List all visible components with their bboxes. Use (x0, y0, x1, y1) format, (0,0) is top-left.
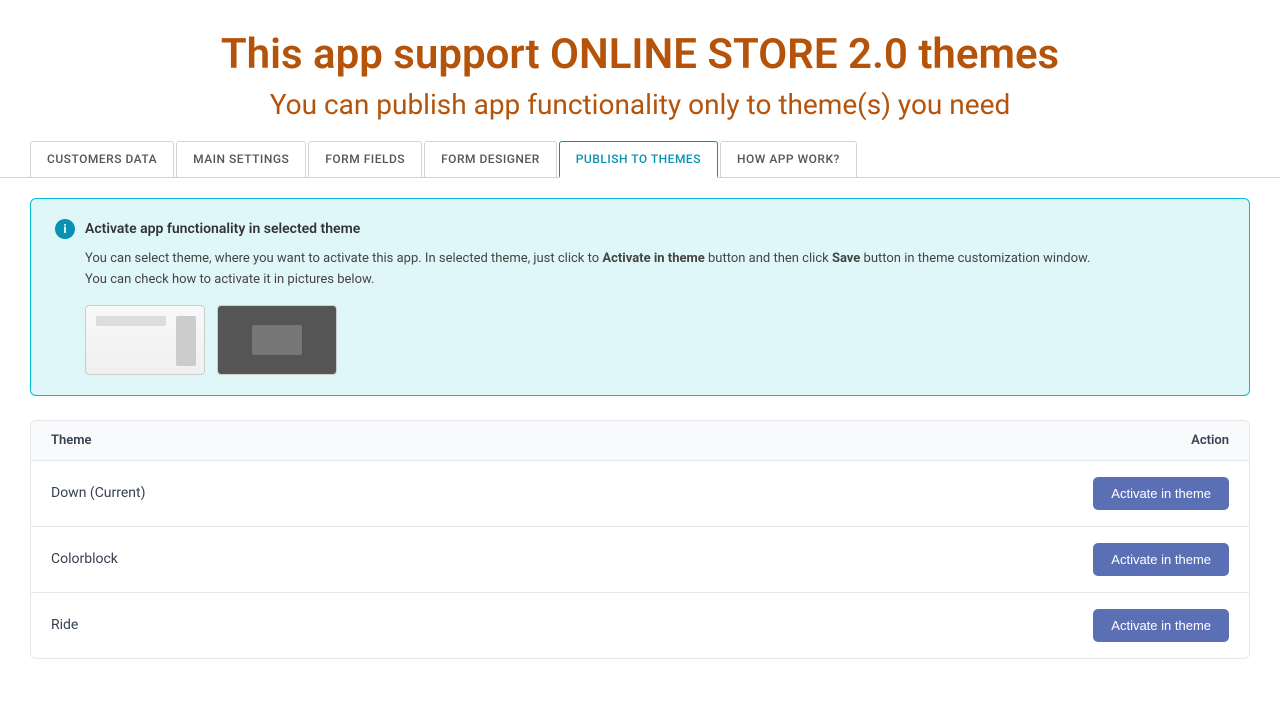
tab-form-fields[interactable]: FORM FIELDS (308, 141, 422, 177)
thumbnail-1 (85, 305, 205, 375)
theme-name-down: Down (Current) (51, 485, 146, 501)
page-subtitle: You can publish app functionality only t… (40, 88, 1240, 121)
page-title: This app support ONLINE STORE 2.0 themes (40, 30, 1240, 80)
page-header: This app support ONLINE STORE 2.0 themes… (0, 0, 1280, 141)
table-row: Down (Current) Activate in theme (31, 461, 1249, 527)
theme-col-header: Theme (51, 433, 92, 448)
tabs-list: CUSTOMERS DATA MAIN SETTINGS FORM FIELDS… (30, 141, 1250, 177)
info-box-text: You can select theme, where you want to … (55, 249, 1225, 291)
tab-main-settings[interactable]: MAIN SETTINGS (176, 141, 306, 177)
main-content: i Activate app functionality in selected… (0, 198, 1280, 659)
thumbnails (55, 305, 1225, 375)
info-box: i Activate app functionality in selected… (30, 198, 1250, 396)
thumbnail-2 (217, 305, 337, 375)
table-header: Theme Action (31, 421, 1249, 461)
action-col-header: Action (1191, 433, 1229, 448)
table-row: Colorblock Activate in theme (31, 527, 1249, 593)
theme-name-colorblock: Colorblock (51, 551, 118, 567)
table-row: Ride Activate in theme (31, 593, 1249, 658)
info-box-header: i Activate app functionality in selected… (55, 219, 1225, 239)
info-icon: i (55, 219, 75, 239)
tab-form-designer[interactable]: FORM DESIGNER (424, 141, 557, 177)
tab-how-app-work[interactable]: HOW APP WORK? (720, 141, 857, 177)
activate-theme-ride-button[interactable]: Activate in theme (1093, 609, 1229, 642)
themes-table: Theme Action Down (Current) Activate in … (30, 420, 1250, 659)
tab-customers-data[interactable]: CUSTOMERS DATA (30, 141, 174, 177)
activate-theme-down-button[interactable]: Activate in theme (1093, 477, 1229, 510)
tabs-container: CUSTOMERS DATA MAIN SETTINGS FORM FIELDS… (0, 141, 1280, 178)
theme-name-ride: Ride (51, 617, 78, 633)
activate-theme-colorblock-button[interactable]: Activate in theme (1093, 543, 1229, 576)
tab-publish-to-themes[interactable]: PUBLISH TO THEMES (559, 141, 718, 178)
info-box-title: Activate app functionality in selected t… (85, 221, 360, 237)
